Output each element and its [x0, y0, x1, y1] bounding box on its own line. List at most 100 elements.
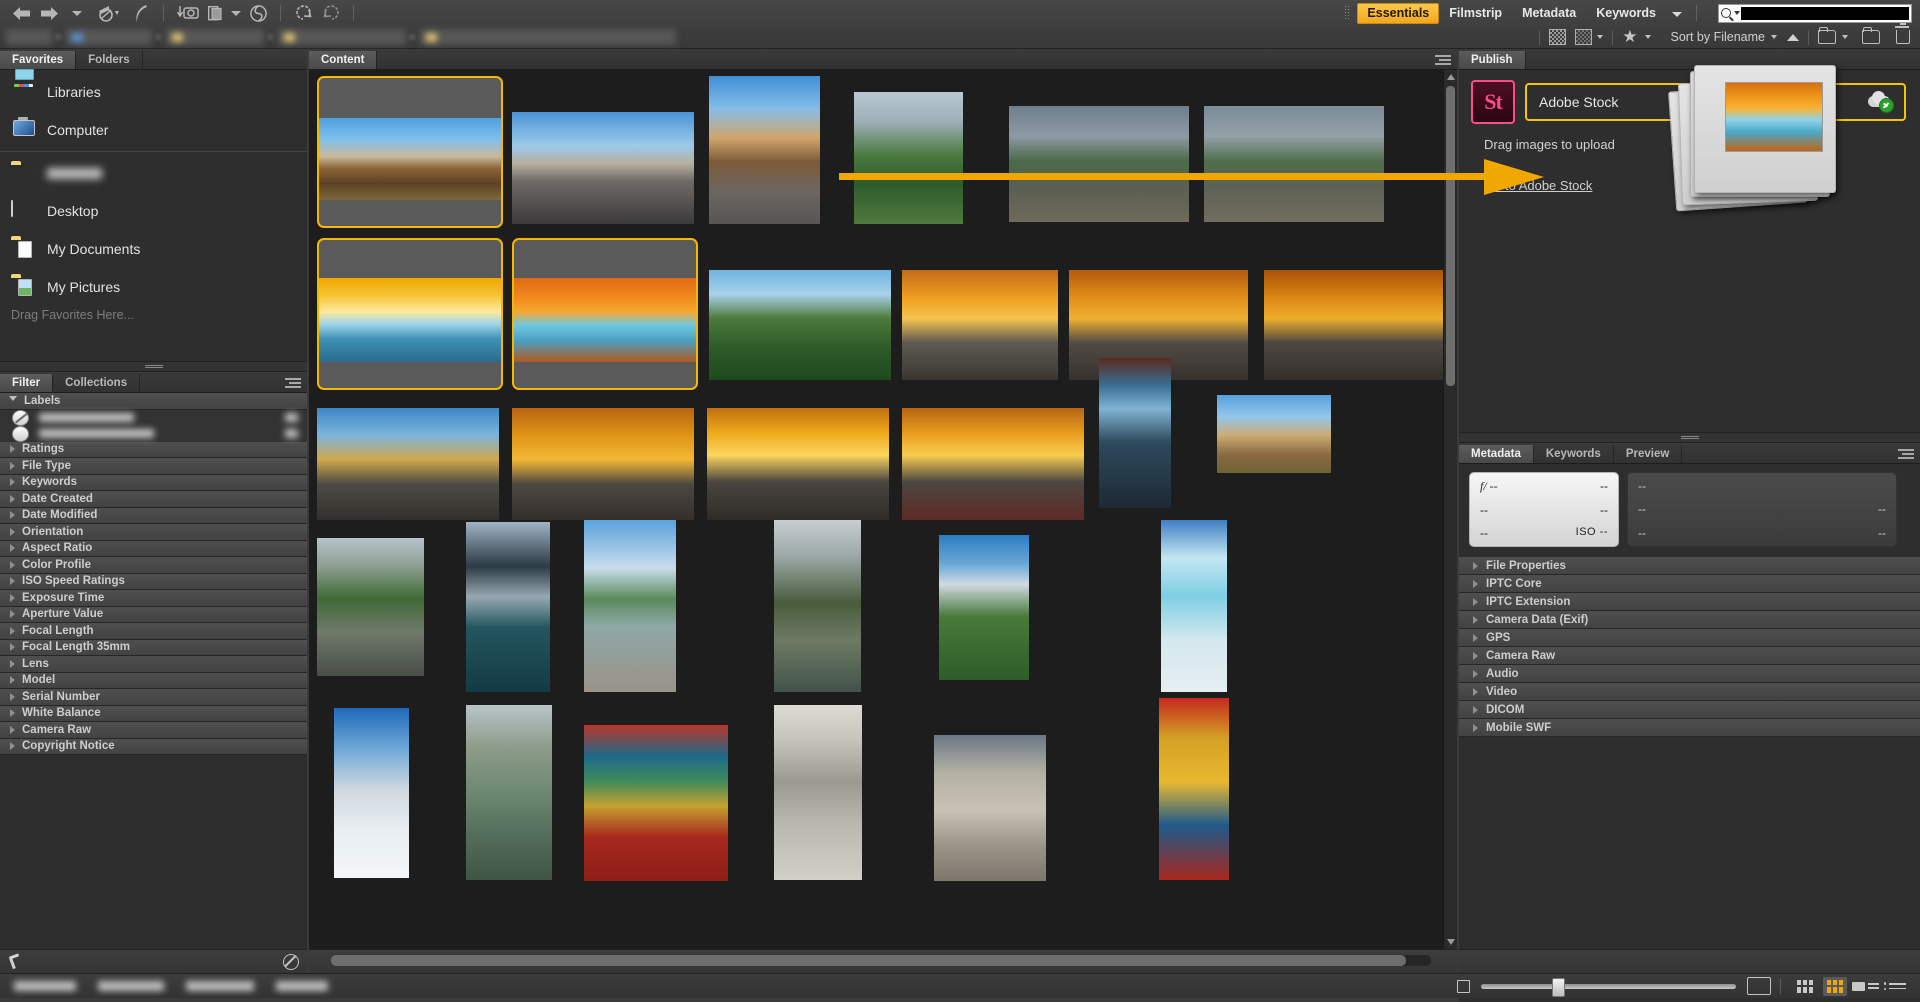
metadata-group-iptc-extension[interactable]: IPTC Extension	[1459, 593, 1920, 611]
thumbnail-cell[interactable]	[317, 408, 499, 520]
content-horizontal-scrollbar[interactable]	[331, 955, 1431, 966]
clear-filter-icon[interactable]	[283, 954, 299, 970]
filter-group-date-created[interactable]: Date Created	[0, 491, 307, 508]
tab-metadata[interactable]: Metadata	[1459, 445, 1534, 463]
new-folder-icon[interactable]	[1862, 30, 1880, 44]
thumbnail-cell[interactable]	[1217, 395, 1331, 473]
filter-checkerboard-icon[interactable]	[1549, 29, 1566, 45]
breadcrumb-item-current[interactable]	[420, 29, 676, 45]
workspace-tab-metadata[interactable]: Metadata	[1512, 3, 1586, 24]
filter-group-iso-speed-ratings[interactable]: ISO Speed Ratings	[0, 574, 307, 591]
reveal-in-bridge-icon[interactable]	[92, 2, 126, 24]
filter-group-keywords[interactable]: Keywords	[0, 475, 307, 492]
thumbnail-cell[interactable]	[1099, 358, 1171, 508]
tab-preview[interactable]: Preview	[1614, 445, 1682, 463]
tab-content[interactable]: Content	[309, 51, 377, 69]
grid-view-icon[interactable]	[1793, 977, 1817, 996]
filter-group-white-balance[interactable]: White Balance	[0, 706, 307, 723]
sort-ascending-icon[interactable]	[1787, 34, 1799, 41]
keep-filter-pin-icon[interactable]	[5, 953, 23, 971]
search-icon[interactable]	[1719, 8, 1741, 18]
thumbnail-cell[interactable]	[317, 538, 424, 676]
workspace-tab-keywords[interactable]: Keywords	[1586, 3, 1666, 24]
filter-group-focal-length-35mm[interactable]: Focal Length 35mm	[0, 640, 307, 657]
thumbnail-cell[interactable]	[1204, 106, 1384, 222]
thumbnail-view-icon[interactable]	[1823, 977, 1847, 996]
metadata-group-camera-data-exif[interactable]: Camera Data (Exif)	[1459, 611, 1920, 629]
filter-row-white-label[interactable]	[0, 426, 307, 442]
thumbnail-cell[interactable]	[512, 112, 694, 224]
filter-group-focal-length[interactable]: Focal Length	[0, 623, 307, 640]
filter-group-ratings[interactable]: Ratings	[0, 442, 307, 459]
thumbnail-cell[interactable]	[1159, 698, 1229, 880]
metadata-group-dicom[interactable]: DICOM	[1459, 701, 1920, 719]
list-view-icon[interactable]	[1883, 977, 1907, 996]
filter-group-color-profile[interactable]: Color Profile	[0, 557, 307, 574]
filter-group-camera-raw[interactable]: Camera Raw	[0, 722, 307, 739]
filter-group-aperture-value[interactable]: Aperture Value	[0, 607, 307, 624]
filter-group-labels[interactable]: Labels	[0, 393, 307, 410]
rating-dropdown-chevron-down-icon[interactable]	[1645, 35, 1651, 39]
thumbnail-cell[interactable]	[774, 520, 861, 692]
sidebar-item-my-pictures[interactable]: My Pictures	[0, 268, 307, 306]
filter-group-exposure-time[interactable]: Exposure Time	[0, 590, 307, 607]
thumbnail-cell[interactable]	[317, 76, 503, 228]
breadcrumb-item[interactable]	[278, 29, 406, 45]
metadata-group-gps[interactable]: GPS	[1459, 629, 1920, 647]
workspace-tab-essentials[interactable]: Essentials	[1357, 3, 1439, 24]
thumbnail-cell[interactable]	[466, 705, 552, 880]
filter-group-aspect-ratio[interactable]: Aspect Ratio	[0, 541, 307, 558]
panel-menu-icon[interactable]	[1435, 55, 1451, 65]
thumbnail-cell[interactable]	[584, 725, 728, 881]
details-view-icon[interactable]	[1853, 977, 1877, 996]
zoom-in-icon[interactable]	[1747, 977, 1771, 995]
sort-dropdown-chevron-down-icon[interactable]	[1771, 35, 1777, 39]
rotate-clockwise-icon[interactable]	[318, 2, 344, 24]
thumbnail-cell[interactable]	[934, 735, 1046, 881]
thumbnail-size-slider[interactable]	[1481, 984, 1736, 989]
filter-group-model[interactable]: Model	[0, 673, 307, 690]
workspace-tab-filmstrip[interactable]: Filmstrip	[1439, 3, 1512, 24]
filter-solid-icon[interactable]	[1575, 29, 1592, 45]
filter-group-file-type[interactable]: File Type	[0, 458, 307, 475]
tab-filter[interactable]: Filter	[0, 374, 53, 392]
panel-splitter[interactable]	[0, 361, 307, 372]
breadcrumb-item[interactable]	[166, 29, 264, 45]
thumbnail-cell[interactable]	[902, 408, 1084, 520]
tab-keywords[interactable]: Keywords	[1534, 445, 1614, 463]
panel-menu-icon[interactable]	[285, 378, 301, 388]
rating-star-icon[interactable]: ★	[1622, 30, 1637, 44]
thumbnail-cell[interactable]	[1009, 106, 1189, 222]
thumbnail-cell[interactable]	[317, 238, 503, 390]
back-arrow-icon[interactable]	[8, 2, 34, 24]
metadata-group-camera-raw[interactable]: Camera Raw	[1459, 647, 1920, 665]
thumbnail-cell[interactable]	[1264, 270, 1443, 380]
refine-dropdown-icon[interactable]	[229, 2, 243, 24]
metadata-group-audio[interactable]: Audio	[1459, 665, 1920, 683]
rotate-counterclockwise-icon[interactable]	[290, 2, 316, 24]
thumbnail-cell[interactable]	[707, 408, 889, 520]
thumbnail-cell[interactable]	[939, 535, 1029, 680]
workspace-drag-grip[interactable]	[1344, 5, 1349, 21]
thumbnail-cell[interactable]	[854, 92, 963, 224]
search-box[interactable]	[1718, 4, 1912, 23]
slider-knob[interactable]	[1552, 978, 1565, 997]
panel-menu-icon[interactable]	[1898, 449, 1914, 459]
thumbnail-cell[interactable]	[774, 705, 862, 880]
filter-group-orientation[interactable]: Orientation	[0, 524, 307, 541]
recent-folders-dropdown-icon[interactable]	[64, 2, 90, 24]
sidebar-item-user-folder[interactable]	[0, 154, 307, 192]
breadcrumb-item[interactable]	[66, 29, 152, 45]
filter-row-no-label[interactable]	[0, 410, 307, 426]
tab-publish[interactable]: Publish	[1459, 51, 1526, 69]
sort-by-label[interactable]: Sort by Filename	[1671, 30, 1765, 44]
boomerang-icon[interactable]	[128, 2, 154, 24]
metadata-group-iptc-core[interactable]: IPTC Core	[1459, 575, 1920, 593]
scroll-up-arrow-icon[interactable]	[1447, 74, 1455, 80]
filter-group-copyright-notice[interactable]: Copyright Notice	[0, 739, 307, 756]
zoom-out-icon[interactable]	[1457, 980, 1470, 993]
sidebar-item-libraries[interactable]: Libraries	[0, 73, 307, 111]
metadata-group-video[interactable]: Video	[1459, 683, 1920, 701]
breadcrumb-item[interactable]	[6, 29, 52, 45]
search-input[interactable]	[1741, 7, 1909, 20]
